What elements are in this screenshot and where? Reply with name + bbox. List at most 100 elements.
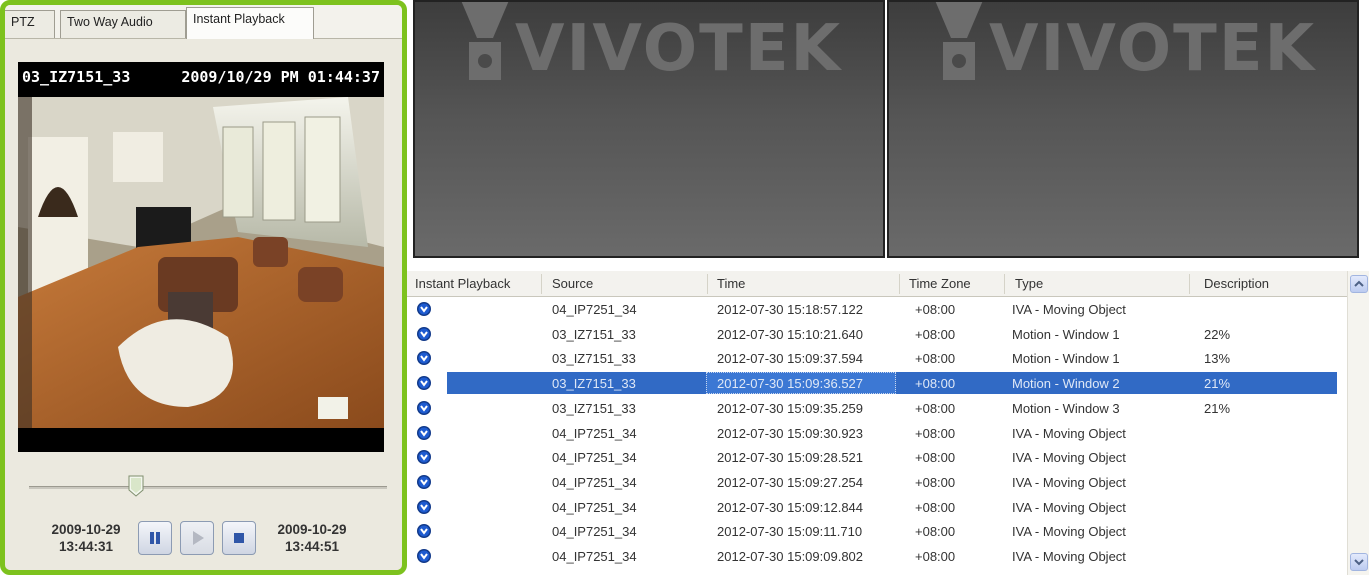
vivotek-logo-icon [461,2,509,80]
play-icon [193,531,204,545]
instant-playback-icon[interactable] [416,499,432,515]
cell-time: 2012-07-30 15:18:57.122 [717,302,864,317]
instant-playback-icon[interactable] [416,326,432,342]
video-tile-1[interactable]: VIVOTEK [413,0,885,258]
cell-time: 2012-07-30 15:09:27.254 [717,474,864,490]
cell-type: IVA - Moving Object [1012,474,1126,490]
play-button[interactable] [180,521,214,555]
cell-time-zone: +08:00 [915,524,956,540]
timestamp-overlay: 2009/10/29 PM 01:44:37 [181,68,380,86]
table-row[interactable]: 03_IZ7151_33 2012-07-30 15:09:35.259 +08:0… [407,397,1347,421]
cell-source: 03_IZ7151_33 [552,326,636,342]
end-time: 13:44:51 [284,539,340,554]
start-time: 13:44:31 [58,539,114,554]
table-row[interactable]: 04_IP7251_34 2012-07-30 15:09:11.710 +08:0… [407,520,1347,544]
table-row[interactable]: 03_IZ7151_33 2012-07-30 15:09:36.527 +08:0… [407,372,1347,396]
cell-time: 2012-07-30 15:10:21.640 [717,326,864,342]
cell-description: 21% [1204,400,1231,416]
end-timestamp: 2009-10-29 13:44:51 [264,521,360,555]
cell-type: IVA - Moving Object [1012,302,1126,317]
column-header-time-zone[interactable]: Time Zone [909,276,971,291]
tab-instant-playback[interactable]: Instant Playback [186,7,314,39]
cell-type: IVA - Moving Object [1012,499,1126,515]
stop-icon [234,533,244,543]
cell-description: 13% [1204,351,1231,367]
cell-source: 03_IZ7151_33 [552,400,636,416]
table-row[interactable]: 04_IP7251_34 2012-07-30 15:18:57.122 +08:0… [407,298,1347,322]
cell-source: 03_IZ7151_33 [552,376,636,392]
table-row[interactable]: 03_IZ7151_33 2012-07-30 15:09:37.594 +08:0… [407,347,1347,371]
tab-content: 03_IZ7151_33 2009/10/29 PM 01:44:37 2009… [8,39,399,570]
pause-icon [150,532,160,544]
cell-time-zone: +08:00 [915,326,956,342]
instant-playback-icon[interactable] [416,375,432,391]
instant-playback-icon[interactable] [416,449,432,465]
stop-button[interactable] [222,521,256,555]
playback-slider-track[interactable] [29,486,387,489]
vivotek-logo-text: VIVOTEK [989,12,1317,86]
playback-slider-thumb[interactable] [127,475,145,497]
cell-description: 22% [1204,326,1231,342]
cell-source: 04_IP7251_34 [552,474,637,490]
table-row[interactable]: 04_IP7251_34 2012-07-30 15:09:28.521 +08:0… [407,446,1347,470]
cell-source: 04_IP7251_34 [552,450,637,466]
chevron-down-icon [1354,559,1364,566]
cell-time-zone: +08:00 [915,425,956,441]
tab-ptz[interactable]: PTZ [5,10,55,38]
scroll-up-button[interactable] [1350,275,1368,293]
pause-button[interactable] [138,521,172,555]
table-row[interactable]: 04_IP7251_34 2012-07-30 15:09:12.844 +08:0… [407,496,1347,520]
video-tile-2[interactable]: VIVOTEK [887,0,1359,258]
instant-playback-icon[interactable] [416,400,432,416]
instant-playback-icon[interactable] [416,523,432,539]
playback-video[interactable]: 03_IZ7151_33 2009/10/29 PM 01:44:37 [18,62,384,452]
vivotek-logo-icon [935,2,983,80]
cell-time: 2012-07-30 15:09:37.594 [717,351,864,367]
table-row[interactable]: 04_IP7251_34 2012-07-30 15:09:09.802 +08:0… [407,545,1347,569]
tab-two-way-audio[interactable]: Two Way Audio [60,10,186,38]
cell-source: 04_IP7251_34 [552,549,637,564]
cell-source: 04_IP7251_34 [552,524,637,540]
cell-type: Motion - Window 1 [1012,326,1120,342]
instant-playback-icon[interactable] [416,474,432,490]
cell-time-zone: +08:00 [915,302,956,317]
cell-type: IVA - Moving Object [1012,524,1126,540]
cell-source: 04_IP7251_34 [552,499,637,515]
table-row[interactable]: 04_IP7251_34 2012-07-30 15:09:30.923 +08:0… [407,422,1347,446]
table-header: Instant Playback Source Time Time Zone T… [407,271,1347,297]
chevron-up-icon [1354,280,1364,287]
column-header-source[interactable]: Source [552,276,593,291]
column-header-time[interactable]: Time [717,276,745,291]
cell-time-zone: +08:00 [915,474,956,490]
column-header-type[interactable]: Type [1015,276,1043,291]
instant-playback-icon[interactable] [416,425,432,441]
cell-time: 2012-07-30 15:09:11.710 [717,524,863,540]
start-date: 2009-10-29 [51,522,121,537]
cell-time-zone: +08:00 [915,400,956,416]
cell-source: 03_IZ7151_33 [552,351,636,367]
cell-time-zone: +08:00 [915,499,956,515]
instant-playback-icon[interactable] [416,301,432,317]
cell-type: IVA - Moving Object [1012,450,1126,466]
camera-name-overlay: 03_IZ7151_33 [22,68,131,86]
column-header-instant-playback[interactable]: Instant Playback [415,276,510,291]
cell-type: IVA - Moving Object [1012,425,1126,441]
cell-time-zone: +08:00 [915,450,956,466]
instant-playback-icon[interactable] [416,350,432,366]
cell-type: IVA - Moving Object [1012,549,1126,564]
end-date: 2009-10-29 [277,522,347,537]
cell-time: 2012-07-30 15:09:36.527 [717,376,864,392]
cell-time-zone: +08:00 [915,549,956,564]
vertical-scrollbar[interactable] [1347,271,1369,575]
table-row[interactable]: 03_IZ7151_33 2012-07-30 15:10:21.640 +08:0… [407,323,1347,347]
tab-strip: PTZ Two Way Audio Instant Playback [5,5,402,39]
scroll-down-button[interactable] [1350,553,1368,571]
cell-source: 04_IP7251_34 [552,302,637,317]
table-row[interactable]: 04_IP7251_34 2012-07-30 15:09:27.254 +08:0… [407,471,1347,495]
cell-time: 2012-07-30 15:09:09.802 [717,549,864,564]
cell-type: Motion - Window 3 [1012,400,1120,416]
cell-source: 04_IP7251_34 [552,425,637,441]
instant-playback-icon[interactable] [416,548,432,564]
column-header-description[interactable]: Description [1204,276,1269,291]
cell-time-zone: +08:00 [915,351,956,367]
